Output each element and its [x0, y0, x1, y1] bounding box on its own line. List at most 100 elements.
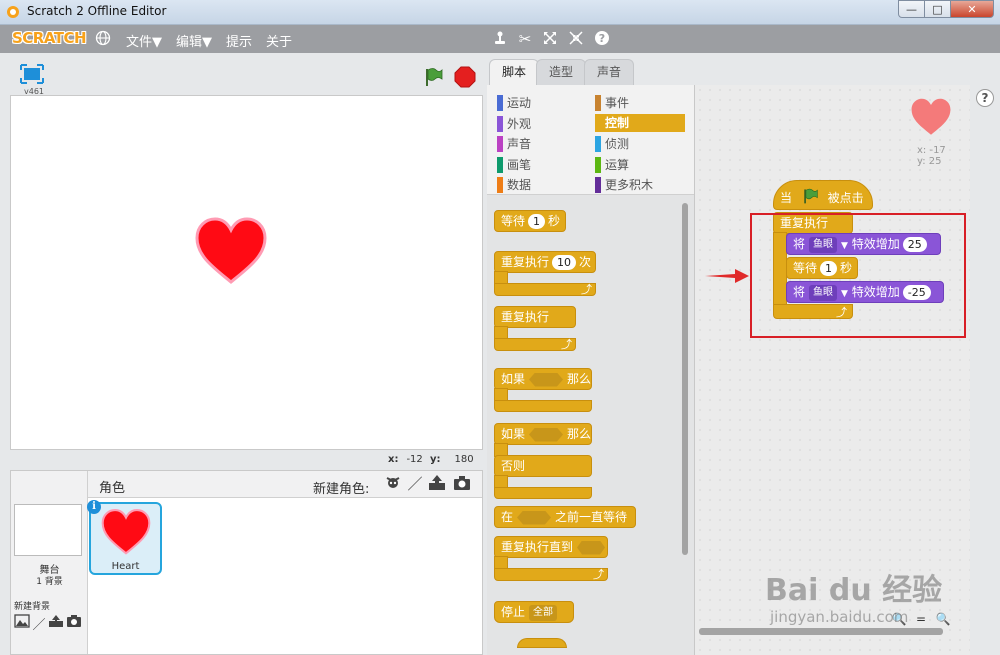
block-text: 停止 — [501, 605, 526, 619]
shrink-icon[interactable] — [567, 30, 585, 48]
stop-sign-icon[interactable] — [454, 66, 476, 88]
block-wait-until[interactable]: 在 之前一直等待 — [494, 506, 636, 528]
scratch-app-icon — [7, 6, 19, 18]
duplicate-stamp-icon[interactable] — [491, 30, 509, 48]
category-label: 画笔 — [507, 158, 532, 172]
backdrop-library-icon[interactable] — [13, 614, 31, 630]
stage-canvas[interactable] — [10, 95, 483, 450]
category-label: 运动 — [507, 96, 532, 110]
window-titlebar: Scratch 2 Offline Editor — □ ✕ — [0, 0, 1000, 25]
block-c-bottom: ⤴ — [494, 568, 608, 581]
boolean-slot[interactable] — [517, 510, 552, 525]
sprite-pane: 舞台 1 背景 新建背景 ／ 角色 新建角色: ／ i Heart — [10, 470, 483, 655]
sprite-thumbnail-heart[interactable]: i Heart — [87, 500, 162, 575]
block-repeat-until[interactable]: 重复执行直到 — [494, 536, 608, 558]
tab-scripts[interactable]: 脚本 — [489, 59, 540, 85]
green-flag-icon — [804, 188, 818, 204]
category-data[interactable]: 数据 — [497, 176, 587, 194]
boolean-slot[interactable] — [529, 372, 564, 387]
category-sensing[interactable]: 侦测 — [595, 135, 685, 153]
menu-edit[interactable]: 编辑▼ — [176, 31, 212, 50]
palette-scrollbar[interactable] — [682, 203, 688, 555]
block-if-else[interactable]: 如果 那么 — [494, 423, 592, 445]
window-controls: — □ ✕ — [898, 0, 994, 18]
block-text: 等待 — [501, 214, 526, 228]
scripts-horizontal-scrollbar[interactable] — [699, 628, 943, 635]
backdrop-upload-icon[interactable] — [47, 614, 65, 630]
sprite-x-value: x: -17 — [917, 145, 946, 156]
mouse-x-readout: x: -12 — [388, 454, 423, 465]
sprite-info-icon[interactable]: i — [87, 500, 101, 514]
category-sound[interactable]: 声音 — [497, 135, 587, 153]
category-pen[interactable]: 画笔 — [497, 156, 587, 174]
backdrop-paint-icon[interactable]: ／ — [30, 614, 48, 633]
block-number-input[interactable]: 10 — [552, 255, 577, 270]
green-flag-icon[interactable] — [422, 66, 444, 88]
language-globe-icon[interactable] — [94, 30, 112, 48]
backdrop-camera-icon[interactable] — [65, 614, 83, 630]
heart-thumbnail-icon — [101, 509, 151, 555]
block-text: 重复执行 — [501, 310, 550, 324]
block-text: 那么 — [567, 372, 592, 386]
block-wait-seconds[interactable]: 等待 1 秒 — [494, 210, 566, 232]
sprite-library-icon[interactable] — [383, 474, 403, 494]
block-c-bottom: ⤴ — [494, 283, 596, 296]
help-question-icon[interactable]: ? — [593, 30, 611, 48]
block-text: 次 — [579, 255, 592, 269]
red-arrow-icon — [705, 269, 749, 283]
category-control[interactable]: 控制 — [595, 114, 685, 132]
new-backdrop-label: 新建背景 — [14, 602, 51, 612]
presentation-mode-icon[interactable] — [20, 64, 44, 84]
block-forever[interactable]: 重复执行 — [494, 306, 576, 328]
menu-file[interactable]: 文件▼ — [126, 31, 162, 50]
grow-icon[interactable] — [541, 30, 559, 48]
zoom-reset-icon[interactable]: = — [913, 611, 929, 627]
boolean-slot[interactable] — [529, 427, 564, 442]
block-text: 之前一直等待 — [555, 510, 628, 524]
block-repeat-times[interactable]: 重复执行 10 次 — [494, 251, 596, 273]
block-if-then[interactable]: 如果 那么 — [494, 368, 592, 390]
sprite-upload-icon[interactable] — [427, 474, 447, 494]
category-color-bar — [595, 115, 601, 131]
category-looks[interactable]: 外观 — [497, 115, 587, 133]
when-flag-clicked-block[interactable]: 当 被点击 — [773, 180, 873, 210]
category-color-bar — [595, 136, 601, 152]
minimize-button[interactable]: — — [898, 0, 925, 18]
zoom-in-icon[interactable]: 🔍 — [935, 611, 951, 627]
category-motion[interactable]: 运动 — [497, 94, 587, 112]
delete-scissors-icon[interactable]: ✂ — [516, 30, 534, 48]
stage-thumbnail[interactable] — [14, 504, 82, 556]
block-text: 秒 — [548, 214, 561, 228]
sprite-paint-icon[interactable]: ／ — [405, 474, 425, 494]
maximize-button[interactable]: □ — [924, 0, 951, 18]
category-events[interactable]: 事件 — [595, 94, 685, 112]
heart-sprite[interactable] — [194, 216, 268, 286]
menu-tips[interactable]: 提示 — [226, 31, 252, 50]
category-operators[interactable]: 运算 — [595, 156, 685, 174]
close-button[interactable]: ✕ — [950, 0, 994, 18]
block-number-input[interactable]: 1 — [528, 214, 546, 229]
category-label: 运算 — [605, 158, 630, 172]
category-label: 外观 — [507, 117, 532, 131]
block-stop[interactable]: 停止 全部 — [494, 601, 574, 623]
category-label: 控制 — [605, 116, 630, 130]
block-text: 重复执行 — [501, 255, 550, 269]
sprite-y-value: y: 25 — [917, 156, 942, 167]
highlight-box — [750, 213, 966, 338]
tab-sounds[interactable]: 声音 — [584, 59, 635, 85]
stage-panel: v461 x: -12 y: 180 舞台 1 背景 新建背景 ／ 角色 新建角… — [0, 53, 487, 655]
mouse-y-readout: y: 180 — [430, 454, 474, 465]
editor-tabs: 脚本 造型 声音 — [487, 53, 1000, 85]
menu-about[interactable]: 关于 — [266, 31, 292, 50]
category-more-blocks[interactable]: 更多积木 — [595, 176, 685, 194]
boolean-slot[interactable] — [577, 540, 606, 555]
stop-dropdown[interactable]: 全部 — [529, 604, 558, 621]
tips-help-icon[interactable]: ? — [976, 89, 994, 107]
block-categories: 运动 事件 外观 控制 声音 侦测 画笔 运算 数据 更多积木 — [487, 85, 694, 195]
scratch-logo[interactable]: SCRATCH — [12, 29, 87, 47]
sprite-camera-icon[interactable] — [452, 474, 472, 494]
tab-costumes[interactable]: 造型 — [536, 59, 587, 85]
window-title: Scratch 2 Offline Editor — [27, 4, 167, 18]
block-palette: 运动 事件 外观 控制 声音 侦测 画笔 运算 数据 更多积木 等待 1 秒 重复执… — [487, 85, 694, 655]
block-text: 重复执行直到 — [501, 540, 574, 554]
